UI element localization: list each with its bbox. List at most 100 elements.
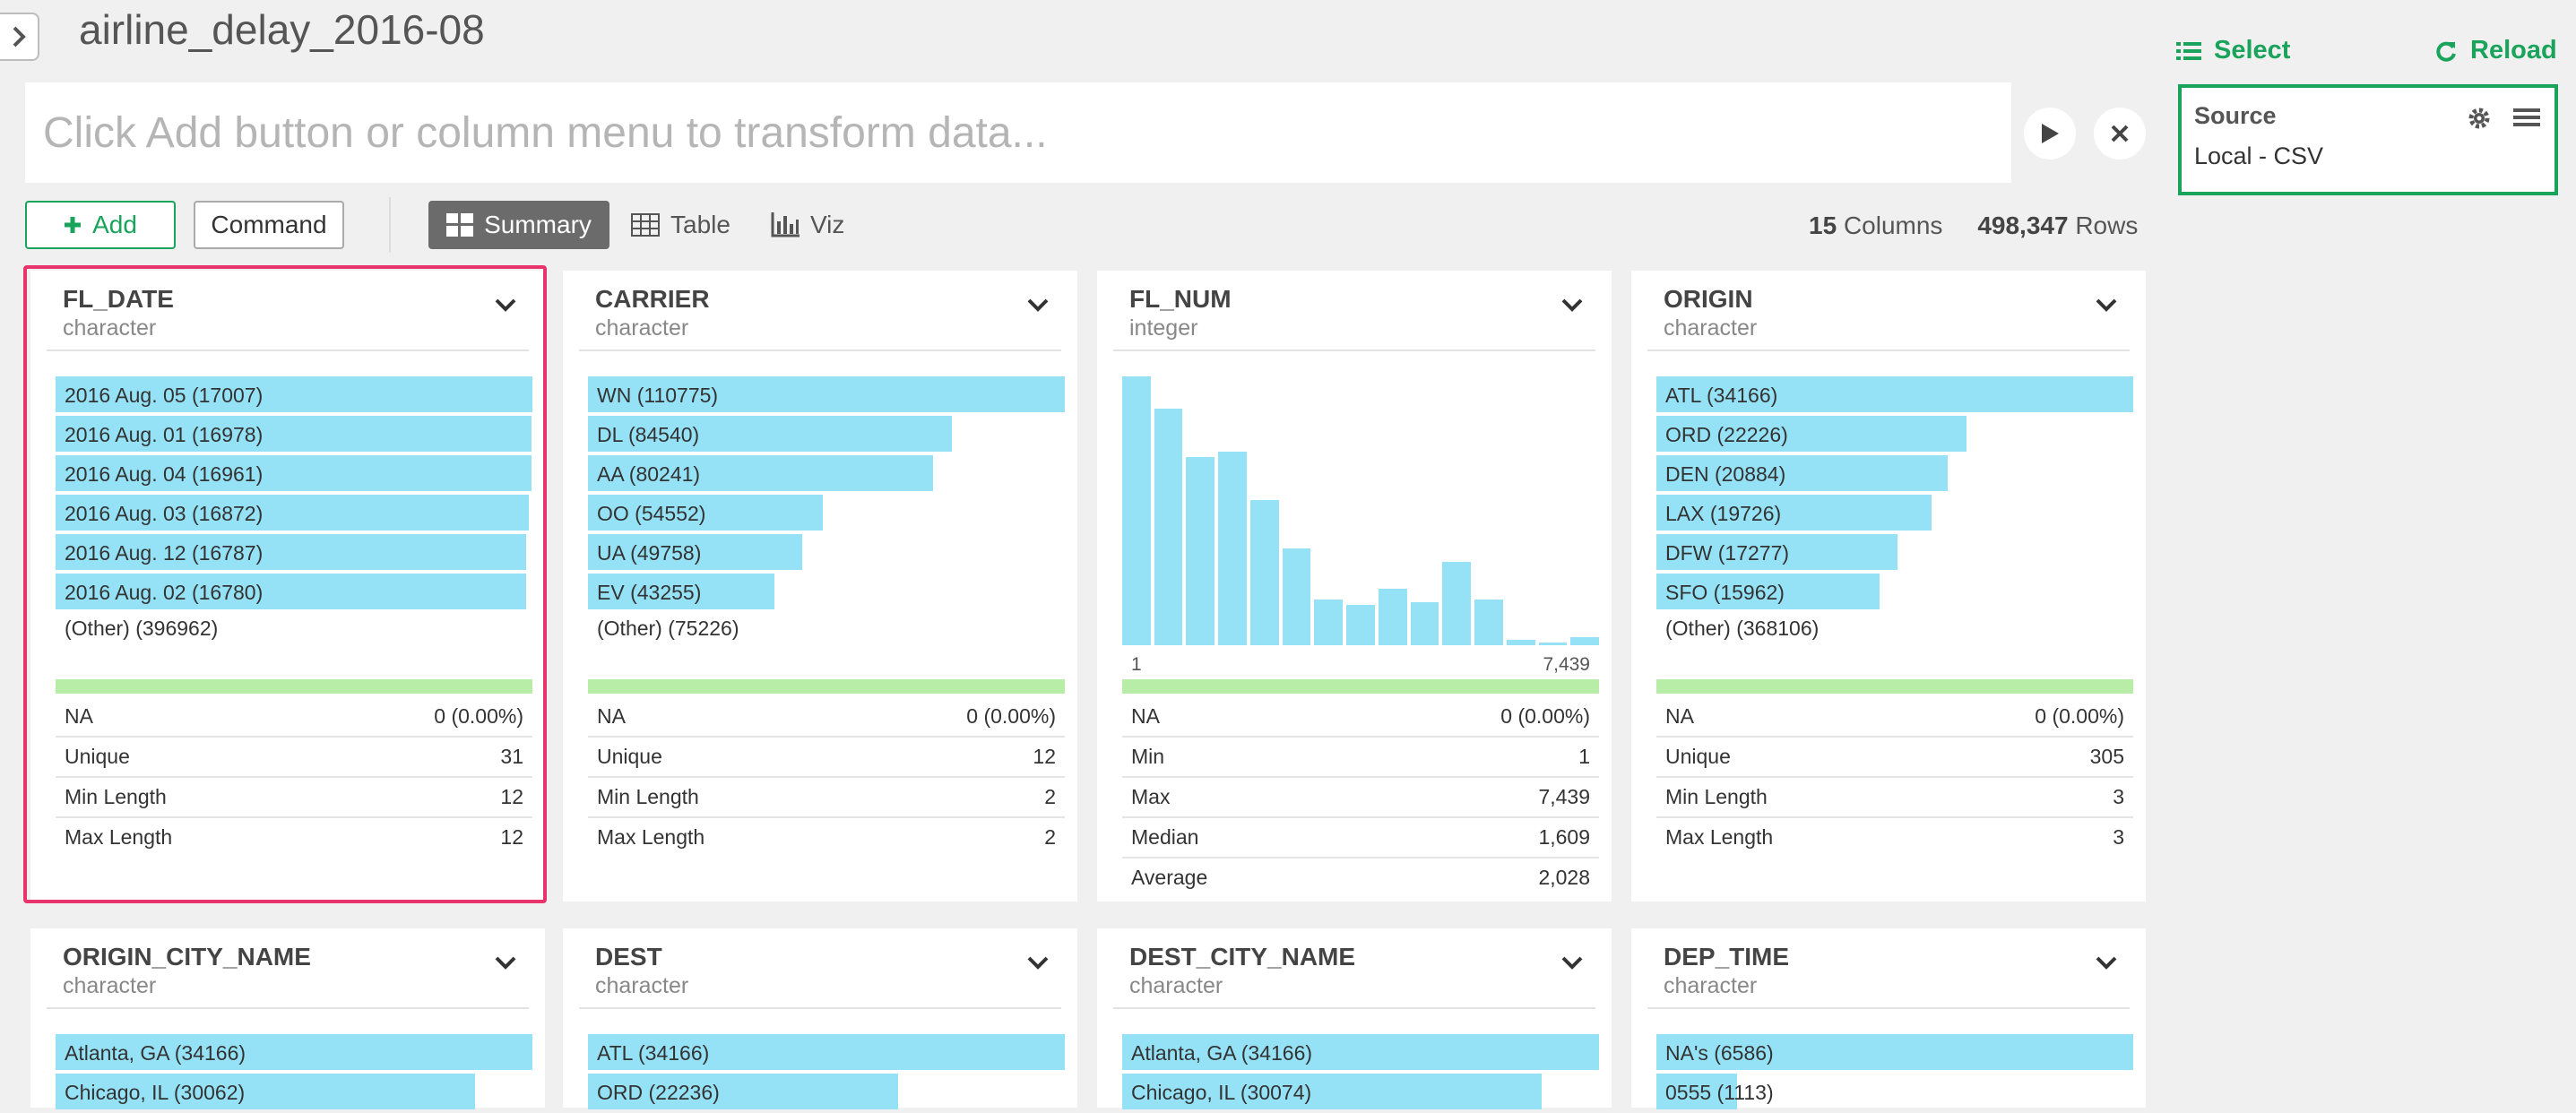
column-card[interactable]: ORIGIN character ATL (34166) ORD (22226) DE…	[1631, 271, 2146, 902]
column-card[interactable]: DEP_TIME character NA's (6586) 0555 (1113)	[1631, 928, 2146, 1109]
value-bar[interactable]: NA's (6586)	[1656, 1034, 2133, 1070]
column-card[interactable]: CARRIER character WN (110775) DL (84540) AA…	[563, 271, 1077, 902]
bar-chart-icon	[771, 212, 800, 237]
histogram-bar[interactable]	[1218, 452, 1247, 645]
value-bar[interactable]: ORD (22226)	[1656, 416, 2133, 452]
plus-icon	[65, 217, 82, 233]
histogram-bar[interactable]	[1442, 562, 1472, 645]
value-bar-label: DFW (17277)	[1665, 541, 1790, 565]
value-bar[interactable]: UA (49758)	[588, 534, 1065, 570]
value-bars: NA's (6586) 0555 (1113)	[1656, 1034, 2133, 1113]
column-card[interactable]: DEST_CITY_NAME character Atlanta, GA (341…	[1097, 928, 1612, 1109]
value-bar[interactable]: ORD (22236)	[588, 1074, 1065, 1109]
value-bar[interactable]: LAX (19726)	[1656, 495, 2133, 531]
sidebar-toggle-button[interactable]	[0, 13, 39, 61]
value-bars: Atlanta, GA (34166) Chicago, IL (30074)	[1122, 1034, 1599, 1113]
stat-key: Unique	[597, 745, 662, 768]
reload-button[interactable]: Reload	[2434, 36, 2557, 65]
histogram-max-label: 7,439	[1543, 654, 1590, 675]
command-label: Command	[211, 211, 327, 238]
value-bar-label: Atlanta, GA (34166)	[65, 1041, 246, 1065]
stat-value: 2	[1044, 785, 1056, 808]
tab-table[interactable]: Table	[631, 201, 730, 249]
stat-row: Min Length 3	[1656, 778, 2133, 818]
value-bar-label: OO (54552)	[597, 502, 706, 525]
histogram-bar[interactable]	[1282, 548, 1311, 645]
histogram-bar[interactable]	[1346, 605, 1375, 645]
value-bar[interactable]: OO (54552)	[588, 495, 1065, 531]
value-bar-label: ORD (22226)	[1665, 423, 1788, 446]
stat-value: 3	[2113, 825, 2124, 849]
column-name: DEST	[595, 943, 662, 971]
rows-count: 498,347	[1977, 211, 2069, 239]
histogram-bar[interactable]	[1538, 643, 1568, 645]
value-bar[interactable]: ATL (34166)	[1656, 376, 2133, 412]
chevron-down-icon[interactable]	[1027, 298, 1049, 312]
value-bar[interactable]: Chicago, IL (30074)	[1122, 1074, 1599, 1109]
stat-key: Max Length	[1665, 825, 1774, 849]
value-bar[interactable]: 0555 (1113)	[1656, 1074, 2133, 1109]
column-name: DEST_CITY_NAME	[1129, 943, 1356, 971]
command-input[interactable]: Click Add button or column menu to trans…	[25, 82, 2011, 183]
command-placeholder: Click Add button or column menu to trans…	[43, 108, 1048, 157]
other-values-label: (Other) (75226)	[597, 617, 739, 640]
select-button[interactable]: Select	[2176, 36, 2290, 65]
value-bar-label: LAX (19726)	[1665, 502, 1782, 525]
chevron-down-icon[interactable]	[2096, 298, 2117, 312]
histogram-bar[interactable]	[1410, 602, 1439, 645]
value-bar[interactable]: AA (80241)	[588, 455, 1065, 491]
run-button[interactable]	[2024, 108, 2076, 160]
clear-button[interactable]	[2094, 108, 2146, 160]
histogram-bar[interactable]	[1314, 600, 1344, 645]
histogram-bar[interactable]	[1186, 457, 1215, 645]
selected-column-highlight	[23, 265, 547, 903]
value-bar[interactable]: SFO (15962)	[1656, 574, 2133, 609]
value-bars: ATL (34166) ORD (22236)	[588, 1034, 1065, 1113]
chevron-down-icon[interactable]	[495, 955, 516, 970]
histogram-bar[interactable]	[1249, 500, 1279, 645]
chevron-down-icon[interactable]	[2096, 955, 2117, 970]
chevron-right-icon	[13, 26, 26, 47]
column-name: ORIGIN_CITY_NAME	[63, 943, 311, 971]
add-button[interactable]: Add	[25, 201, 176, 249]
value-bar[interactable]: DL (84540)	[588, 416, 1065, 452]
tab-viz[interactable]: Viz	[771, 201, 844, 249]
chevron-down-icon[interactable]	[1027, 955, 1049, 970]
tab-summary[interactable]: Summary	[428, 201, 609, 249]
value-bar[interactable]: DEN (20884)	[1656, 455, 2133, 491]
close-icon	[2111, 125, 2129, 142]
histogram-bar[interactable]	[1506, 640, 1535, 645]
column-card[interactable]: DEST character ATL (34166) ORD (22236)	[563, 928, 1077, 1109]
table-icon	[631, 213, 660, 237]
column-card[interactable]: ORIGIN_CITY_NAME character Atlanta, GA (3…	[30, 928, 545, 1109]
value-bar[interactable]: Atlanta, GA (34166)	[1122, 1034, 1599, 1070]
histogram-bar[interactable]	[1570, 637, 1599, 645]
column-type: integer	[1129, 315, 1198, 341]
value-bar-label: DL (84540)	[597, 423, 700, 446]
source-step[interactable]: Source Local - CSV	[2178, 84, 2558, 195]
summary-label: Summary	[484, 211, 592, 238]
stat-row: Min 1	[1122, 738, 1599, 778]
stat-row: Unique 12	[588, 738, 1065, 778]
value-bar[interactable]: ATL (34166)	[588, 1034, 1065, 1070]
histogram-bar[interactable]	[1474, 600, 1503, 645]
command-button[interactable]: Command	[194, 201, 344, 249]
value-bar[interactable]: Chicago, IL (30062)	[56, 1074, 532, 1109]
stat-key: NA	[1665, 704, 1694, 728]
chevron-down-icon[interactable]	[1561, 955, 1583, 970]
chevron-down-icon[interactable]	[1561, 298, 1583, 312]
stat-row: Median 1,609	[1122, 818, 1599, 858]
gear-icon[interactable]	[2467, 106, 2492, 135]
histogram-bar[interactable]	[1378, 589, 1407, 645]
value-bar[interactable]: WN (110775)	[588, 376, 1065, 412]
column-card[interactable]: FL_NUM integer 1 7,439 NA 0 (0.00%) Min 1 Max…	[1097, 271, 1612, 902]
value-bar[interactable]: EV (43255)	[588, 574, 1065, 609]
value-bar[interactable]: Atlanta, GA (34166)	[56, 1034, 532, 1070]
histogram-bar[interactable]	[1154, 409, 1183, 645]
menu-icon[interactable]	[2513, 106, 2540, 134]
column-name: FL_NUM	[1129, 285, 1232, 313]
histogram-bar[interactable]	[1122, 376, 1151, 645]
value-bar-label: UA (49758)	[597, 541, 702, 565]
stat-key: Max	[1131, 785, 1171, 808]
value-bar[interactable]: DFW (17277)	[1656, 534, 2133, 570]
